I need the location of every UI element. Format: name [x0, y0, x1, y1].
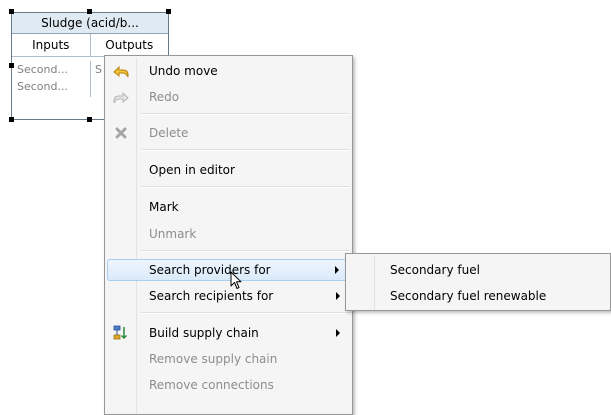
supply-chain-icon — [111, 324, 131, 342]
menu-item-label: Search recipients for — [149, 289, 274, 303]
menu-item-remove-connections[interactable]: Remove connections — [107, 374, 350, 396]
menu-item-search-recipients[interactable]: Search recipients for — [107, 285, 350, 307]
search-providers-submenu: Secondary fuel Secondary fuel renewable — [345, 253, 611, 311]
menu-item-label: Remove supply chain — [149, 352, 278, 366]
submenu-item-secondary-fuel-renewable[interactable]: Secondary fuel renewable — [348, 285, 608, 307]
menu-item-mark[interactable]: Mark — [107, 196, 350, 218]
context-menu: Undo move Redo Delete Open in editor Mar… — [104, 55, 353, 415]
resize-handle-bl[interactable] — [9, 117, 14, 122]
inputs-header: Inputs — [32, 38, 70, 52]
menu-separator — [141, 250, 350, 252]
menu-item-undo-move[interactable]: Undo move — [107, 60, 350, 82]
resize-handle-tl[interactable] — [9, 9, 14, 14]
menu-item-label: Redo — [149, 90, 180, 104]
undo-arrow-icon — [111, 62, 131, 80]
menu-item-label: Unmark — [149, 227, 197, 241]
submenu-item-secondary-fuel[interactable]: Secondary fuel — [348, 259, 608, 281]
menu-separator — [141, 113, 350, 115]
submenu-item-label: Secondary fuel — [390, 263, 480, 277]
menu-item-label: Open in editor — [149, 163, 235, 177]
resize-handle-bm[interactable] — [87, 117, 92, 122]
menu-item-label: Delete — [149, 126, 189, 140]
menu-item-unmark[interactable]: Unmark — [107, 223, 350, 245]
menu-separator — [141, 149, 350, 151]
input-flow-1[interactable]: Second... — [17, 61, 90, 78]
menu-item-label: Mark — [149, 200, 179, 214]
resize-handle-tr[interactable] — [166, 9, 171, 14]
resize-handle-ml[interactable] — [9, 63, 14, 68]
submenu-item-label: Secondary fuel renewable — [390, 289, 547, 303]
menu-item-build-supply-chain[interactable]: Build supply chain — [107, 322, 350, 344]
delete-x-icon — [111, 124, 131, 142]
menu-item-delete[interactable]: Delete — [107, 122, 350, 144]
redo-arrow-icon — [111, 88, 131, 106]
menu-item-remove-supply-chain[interactable]: Remove supply chain — [107, 348, 350, 370]
outputs-header: Outputs — [89, 34, 169, 56]
mouse-pointer-icon — [230, 271, 242, 293]
process-node-title: Sludge (acid/b... — [12, 13, 168, 34]
menu-item-label: Search providers for — [149, 263, 271, 277]
menu-item-label: Build supply chain — [149, 326, 259, 340]
input-flow-2[interactable]: Second... — [17, 78, 90, 95]
menu-item-label: Remove connections — [149, 378, 274, 392]
resize-handle-tm[interactable] — [87, 9, 92, 14]
menu-item-search-providers[interactable]: Search providers for — [107, 259, 350, 281]
submenu-arrow-icon — [336, 292, 340, 300]
menu-item-redo[interactable]: Redo — [107, 86, 350, 108]
menu-separator — [141, 186, 350, 188]
submenu-arrow-icon — [336, 329, 340, 337]
submenu-arrow-icon — [335, 266, 339, 274]
menu-item-label: Undo move — [149, 64, 218, 78]
menu-item-open-in-editor[interactable]: Open in editor — [107, 159, 350, 181]
menu-separator — [141, 312, 350, 314]
